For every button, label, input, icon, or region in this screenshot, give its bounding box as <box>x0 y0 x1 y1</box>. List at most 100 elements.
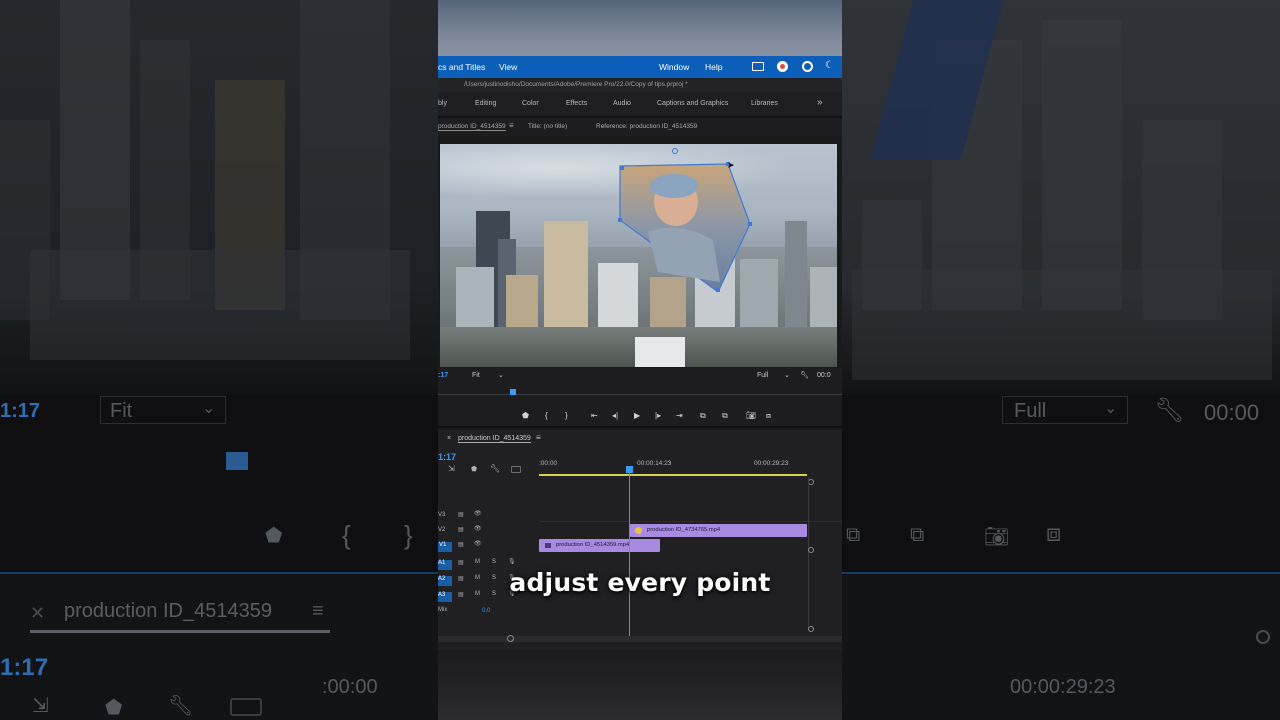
step-back-icon[interactable]: ◂| <box>612 411 618 420</box>
step-forward-icon[interactable]: |▸ <box>655 411 661 420</box>
bg-menu-icon: ≡ <box>312 600 324 622</box>
eye-icon[interactable]: 👁︎ <box>474 525 482 532</box>
close-icon[interactable]: × <box>447 435 451 442</box>
track-label: V3 <box>438 512 446 518</box>
mark-in-icon[interactable]: { <box>545 411 548 420</box>
bg-out-icon: } <box>404 520 413 550</box>
sequence-tab[interactable]: production ID_4514359 <box>458 435 531 443</box>
zoom-handle-icon[interactable] <box>507 635 514 642</box>
panel-menu-icon[interactable]: ≡ <box>509 121 514 130</box>
fx-badge-icon <box>635 527 642 534</box>
extract-icon[interactable]: ⧉ <box>722 411 728 421</box>
film-icon[interactable]: ▤ <box>458 541 464 548</box>
workspaces-bar: bly Editing Color Effects Audio Captions… <box>438 92 842 118</box>
work-area-bar[interactable] <box>539 474 807 476</box>
playhead-handle-icon[interactable] <box>626 466 633 473</box>
go-to-out-icon[interactable]: ⇥ <box>676 411 683 420</box>
workspace-editing[interactable]: Editing <box>475 100 496 107</box>
eye-icon[interactable]: 👁︎ <box>474 510 482 517</box>
workspaces-overflow[interactable]: » <box>817 97 823 108</box>
eye-icon[interactable]: 👁︎ <box>474 540 482 547</box>
menu-window[interactable]: Window <box>659 62 689 72</box>
fit-dropdown[interactable]: Fit <box>472 372 480 379</box>
clip-v1[interactable]: production ID_4514359.mp4 <box>539 539 660 552</box>
monitor-timecode[interactable]: :17 <box>438 372 448 379</box>
camera-icon[interactable]: 📷︎ <box>746 411 756 420</box>
video-preview[interactable]: ➤ <box>440 144 837 367</box>
dark-mode-icon[interactable]: ☾ <box>825 60 834 71</box>
panel-menu-icon-2[interactable]: ≡ <box>536 433 541 442</box>
menu-help[interactable]: Help <box>705 62 722 72</box>
monitor-scrub-bar[interactable] <box>438 384 842 406</box>
bg-cc-icon <box>230 698 262 716</box>
ripple-icon[interactable]: ⇲ <box>448 464 455 473</box>
workspace-effects[interactable]: Effects <box>566 100 587 107</box>
mark-out-icon[interactable]: } <box>565 411 568 420</box>
project-path-bar: /Users/justinodisho/Documents/Adobe/Prem… <box>438 78 842 92</box>
mouse-cursor-icon: ➤ <box>727 160 735 170</box>
subtitle-caption: adjust every point <box>509 568 771 597</box>
quality-dropdown[interactable]: Full <box>757 372 768 379</box>
compare-icon[interactable]: ⧈ <box>766 411 771 421</box>
playhead-line[interactable] <box>629 468 630 636</box>
track-mix[interactable]: Mix 0.0 <box>438 605 842 620</box>
bg-timecode-2: 1:17 <box>0 654 49 681</box>
captions-icon[interactable] <box>511 466 521 473</box>
settings-wrench-icon[interactable]: 🔧︎ <box>490 464 500 473</box>
rotation-handle-icon[interactable] <box>672 148 678 154</box>
notification-icon[interactable] <box>802 61 813 72</box>
chevron-down-icon-2[interactable]: ⌄ <box>784 371 790 379</box>
workspace-libraries[interactable]: Libraries <box>751 100 778 107</box>
reference-label: Reference: production ID_4514359 <box>596 123 698 130</box>
creative-cloud-icon[interactable] <box>777 61 788 72</box>
marker-icon[interactable]: ⬟ <box>522 411 529 420</box>
timeline-timecode[interactable]: 1:17 <box>438 452 456 462</box>
bg-ruler-label-2: 00:00:29:23 <box>1010 676 1116 698</box>
bg-marker-icon: ⬟ <box>105 697 123 719</box>
microphone-icon[interactable]: 🎙︎ <box>508 558 516 565</box>
bg-wrench-icon-2: 🔧︎ <box>1154 397 1185 424</box>
wrench-icon[interactable]: 🔧︎ <box>800 371 809 379</box>
corner-pin-shape <box>618 162 752 293</box>
track-v1[interactable]: V1 ▤ 👁︎ production ID_4514359.mp4 <box>438 538 842 553</box>
timeline-scrollbar[interactable] <box>438 636 842 642</box>
bg-timecode: 1:17 <box>0 400 41 422</box>
track-v3[interactable]: V3 ▤ 👁︎ <box>438 508 842 523</box>
workspace-captions[interactable]: Captions and Graphics <box>657 100 728 107</box>
mix-value[interactable]: 0.0 <box>482 608 490 614</box>
ruler-mark: 00:00:14:23 <box>637 460 672 467</box>
scrub-playhead-icon[interactable] <box>510 389 516 395</box>
chevron-down-icon[interactable]: ⌄ <box>498 371 504 379</box>
film-icon[interactable]: ▤ <box>458 559 464 566</box>
workspace-color[interactable]: Color <box>522 100 539 107</box>
track-label: V1 <box>438 542 452 552</box>
program-monitor[interactable]: ➤ <box>438 136 842 368</box>
bg-chevron-icon: ⌄ <box>202 400 216 417</box>
corner-pin-overlay[interactable] <box>618 162 754 293</box>
bg-timecode-right: 00:00 <box>1204 400 1260 425</box>
menu-view[interactable]: View <box>499 62 517 72</box>
play-icon[interactable]: ▶ <box>634 411 640 420</box>
go-to-in-icon[interactable]: ⇤ <box>591 411 598 420</box>
monitor-timecode-right: 00:0 <box>817 372 831 379</box>
film-icon[interactable]: ▤ <box>458 511 464 518</box>
track-v2[interactable]: V2 ▤ 👁︎ production ID_4734765.mp4 <box>438 523 842 538</box>
program-tab[interactable]: production ID_4514359 <box>438 123 506 131</box>
bg-camera-icon: 📷︎ <box>984 526 1010 548</box>
screen-record-icon[interactable] <box>752 62 764 71</box>
workspace-assembly[interactable]: bly <box>438 100 447 107</box>
clip-v2[interactable]: production ID_4734765.mp4 <box>630 524 807 537</box>
bg-playhead-icon <box>226 452 248 470</box>
ruler-mark: 00:00:29:23 <box>754 460 789 467</box>
clip-name: production ID_4514359.mp4 <box>556 542 630 548</box>
film-icon[interactable]: ▤ <box>458 526 464 533</box>
lift-icon[interactable]: ⧉ <box>700 411 706 421</box>
project-path: /Users/justinodisho/Documents/Adobe/Prem… <box>464 81 688 88</box>
premiere-window: cs and Titles View Window Help ☾ /Users/… <box>438 0 842 720</box>
timeline-marker-icon[interactable]: ⬟ <box>471 465 477 473</box>
workspace-audio[interactable]: Audio <box>613 100 631 107</box>
solo-button[interactable]: S <box>492 559 496 565</box>
bg-compare-icon: ⧈ <box>1046 520 1062 547</box>
mute-button[interactable]: M <box>475 559 480 565</box>
menu-graphics[interactable]: cs and Titles <box>438 62 485 72</box>
